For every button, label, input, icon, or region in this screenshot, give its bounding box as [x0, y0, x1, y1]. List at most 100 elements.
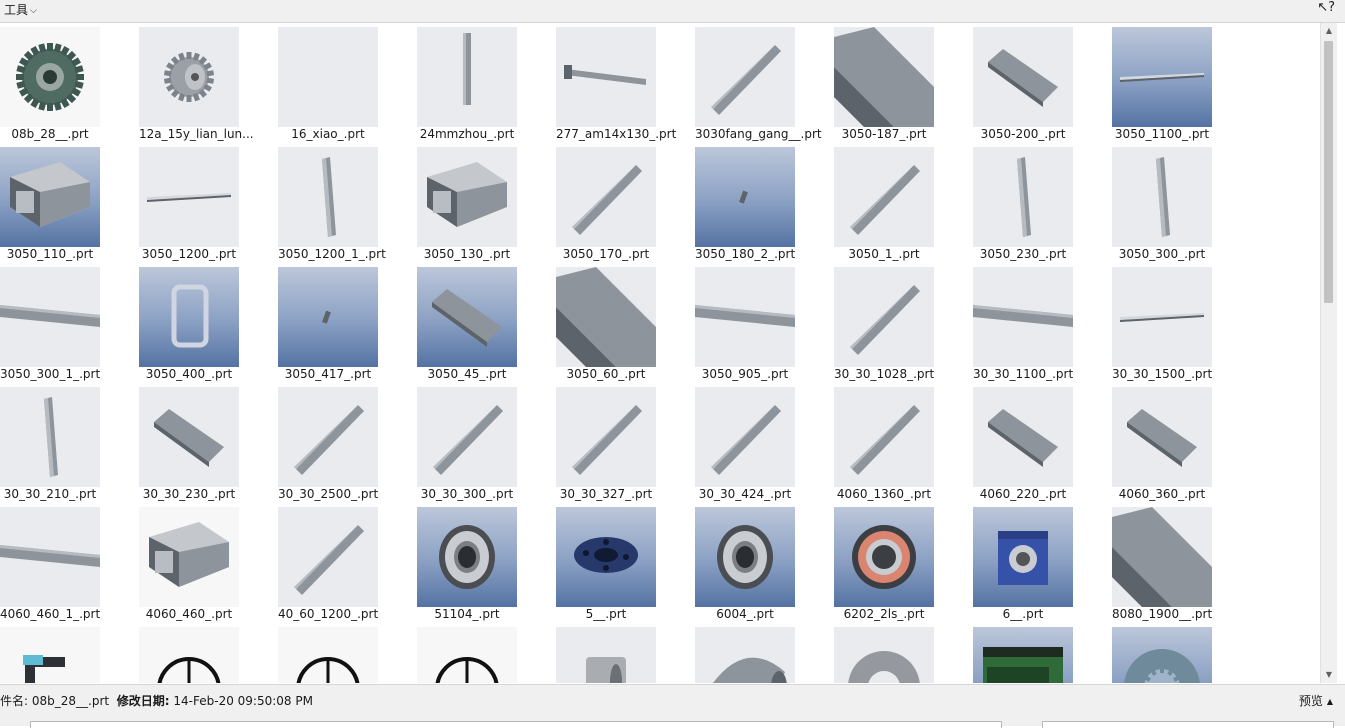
file-item[interactable]: 3050_417_.prt: [278, 263, 417, 383]
diagonal-bar-icon[interactable]: [695, 27, 795, 127]
file-item[interactable]: 30_30_1100_.prt: [973, 263, 1112, 383]
file-item[interactable]: 40_60_1200_.prt: [278, 503, 417, 623]
washer-icon[interactable]: [834, 627, 934, 683]
file-item[interactable]: 3050_60_.prt: [556, 263, 695, 383]
file-item[interactable]: 6004_.prt: [695, 503, 834, 623]
diagonal-bar-icon[interactable]: [695, 387, 795, 487]
file-item[interactable]: 3050_180_2_.prt: [695, 143, 834, 263]
file-item[interactable]: 16_xiao_.prt: [278, 23, 417, 143]
short-tube-icon[interactable]: [1112, 387, 1212, 487]
file-item[interactable]: 3050_905_.prt: [695, 263, 834, 383]
sprocket-small-icon[interactable]: [139, 27, 239, 127]
vertical-bar-icon[interactable]: [0, 387, 100, 487]
scroll-up-icon[interactable]: ▲: [1321, 23, 1337, 39]
file-item[interactable]: 4060_460_1_.prt: [0, 503, 139, 623]
large-tube-icon[interactable]: [834, 27, 934, 127]
file-item[interactable]: 24mmzhou_.prt: [417, 23, 556, 143]
file-item[interactable]: 30_30_424_.prt: [695, 383, 834, 503]
small-part-icon[interactable]: [695, 147, 795, 247]
file-item[interactable]: 3050_110_.prt: [0, 143, 139, 263]
file-item[interactable]: 08b_28__.prt: [0, 23, 139, 143]
vertical-bar-icon[interactable]: [1112, 147, 1212, 247]
short-tube-icon[interactable]: [417, 267, 517, 367]
diagonal-bar-icon[interactable]: [834, 267, 934, 367]
box-tube-icon[interactable]: [139, 507, 239, 607]
file-item[interactable]: 3050_130_.prt: [417, 143, 556, 263]
file-item[interactable]: 8080_1900__.prt: [1112, 503, 1251, 623]
bushing-icon[interactable]: [556, 627, 656, 683]
file-item[interactable]: 4060_1360_.prt: [834, 383, 973, 503]
file-item[interactable]: [695, 623, 834, 683]
file-item[interactable]: 4060_460_.prt: [139, 503, 278, 623]
diagonal-bar-icon[interactable]: [556, 147, 656, 247]
file-item[interactable]: 3050_1100_.prt: [1112, 23, 1251, 143]
wheel-icon[interactable]: [139, 627, 239, 683]
file-item[interactable]: 3050-200_.prt: [973, 23, 1112, 143]
file-item[interactable]: 6__.prt: [973, 503, 1112, 623]
diagonal-bar-icon[interactable]: [834, 147, 934, 247]
file-item[interactable]: 3050_400_.prt: [139, 263, 278, 383]
bearing-icon[interactable]: [695, 507, 795, 607]
file-item[interactable]: 6202_2ls_.prt: [834, 503, 973, 623]
small-part-icon[interactable]: [278, 267, 378, 367]
pin-icon[interactable]: [556, 27, 656, 127]
file-item[interactable]: [834, 623, 973, 683]
preview-toggle-button[interactable]: 预览 ▲: [1299, 693, 1333, 711]
tools-menu[interactable]: 工具 ⌵: [4, 1, 37, 19]
horizontal-bar-icon[interactable]: [695, 267, 795, 367]
horizontal-bar-icon[interactable]: [0, 507, 100, 607]
shaft-vertical-icon[interactable]: [417, 27, 517, 127]
file-item[interactable]: 3050-187_.prt: [834, 23, 973, 143]
bearing-red-icon[interactable]: [834, 507, 934, 607]
box-tube-icon[interactable]: [417, 147, 517, 247]
short-tube-icon[interactable]: [973, 387, 1073, 487]
large-tube-icon[interactable]: [1112, 507, 1212, 607]
short-tube-icon[interactable]: [139, 387, 239, 487]
file-item[interactable]: 3050_170_.prt: [556, 143, 695, 263]
diagonal-bar-icon[interactable]: [556, 387, 656, 487]
file-item[interactable]: 30_30_230_.prt: [139, 383, 278, 503]
wheel-icon[interactable]: [278, 627, 378, 683]
file-item[interactable]: 4060_360_.prt: [1112, 383, 1251, 503]
file-item[interactable]: [417, 623, 556, 683]
vertical-scrollbar[interactable]: ▲ ▼: [1320, 23, 1337, 683]
elbow-icon[interactable]: [695, 627, 795, 683]
file-item[interactable]: 3050_1200_.prt: [139, 143, 278, 263]
file-item[interactable]: 5__.prt: [556, 503, 695, 623]
file-item[interactable]: 277_am14x130_.prt: [556, 23, 695, 143]
file-item[interactable]: 12a_15y_lian_lun...: [139, 23, 278, 143]
box-tube-icon[interactable]: [0, 147, 100, 247]
diagonal-bar-icon[interactable]: [417, 387, 517, 487]
short-tube-icon[interactable]: [973, 27, 1073, 127]
vertical-bar-icon[interactable]: [278, 147, 378, 247]
thin-bar-icon[interactable]: [139, 147, 239, 247]
scrollbar-thumb[interactable]: [1324, 41, 1333, 303]
wheel-icon[interactable]: [417, 627, 517, 683]
file-item[interactable]: 3050_1200_1_.prt: [278, 143, 417, 263]
diagonal-bar-icon[interactable]: [834, 387, 934, 487]
file-item[interactable]: 3050_300_1_.prt: [0, 263, 139, 383]
file-item[interactable]: [1112, 623, 1251, 683]
horizontal-bar-icon[interactable]: [0, 267, 100, 367]
horizontal-bar-icon[interactable]: [973, 267, 1073, 367]
file-item[interactable]: 30_30_210_.prt: [0, 383, 139, 503]
help-cursor-icon[interactable]: ↖?: [1317, 0, 1335, 16]
spline-icon[interactable]: [1112, 627, 1212, 683]
flange-icon[interactable]: [556, 507, 656, 607]
file-item[interactable]: 30_30_1028_.prt: [834, 263, 973, 383]
file-item[interactable]: 30_30_2500_.prt: [278, 383, 417, 503]
file-item[interactable]: 30_30_300_.prt: [417, 383, 556, 503]
file-item[interactable]: [0, 623, 139, 683]
thin-bar-icon[interactable]: [1112, 27, 1212, 127]
file-item[interactable]: [278, 623, 417, 683]
vertical-bar-icon[interactable]: [973, 147, 1073, 247]
scroll-down-icon[interactable]: ▼: [1321, 667, 1337, 683]
bracket-icon[interactable]: [0, 627, 100, 683]
diagonal-bar-icon[interactable]: [278, 507, 378, 607]
blank-part-icon[interactable]: [278, 27, 378, 127]
thin-bar-icon[interactable]: [1112, 267, 1212, 367]
gearbox-icon[interactable]: [973, 507, 1073, 607]
file-item[interactable]: 3050_230_.prt: [973, 143, 1112, 263]
file-item[interactable]: 3050_1_.prt: [834, 143, 973, 263]
file-item[interactable]: 30_30_1500_.prt: [1112, 263, 1251, 383]
